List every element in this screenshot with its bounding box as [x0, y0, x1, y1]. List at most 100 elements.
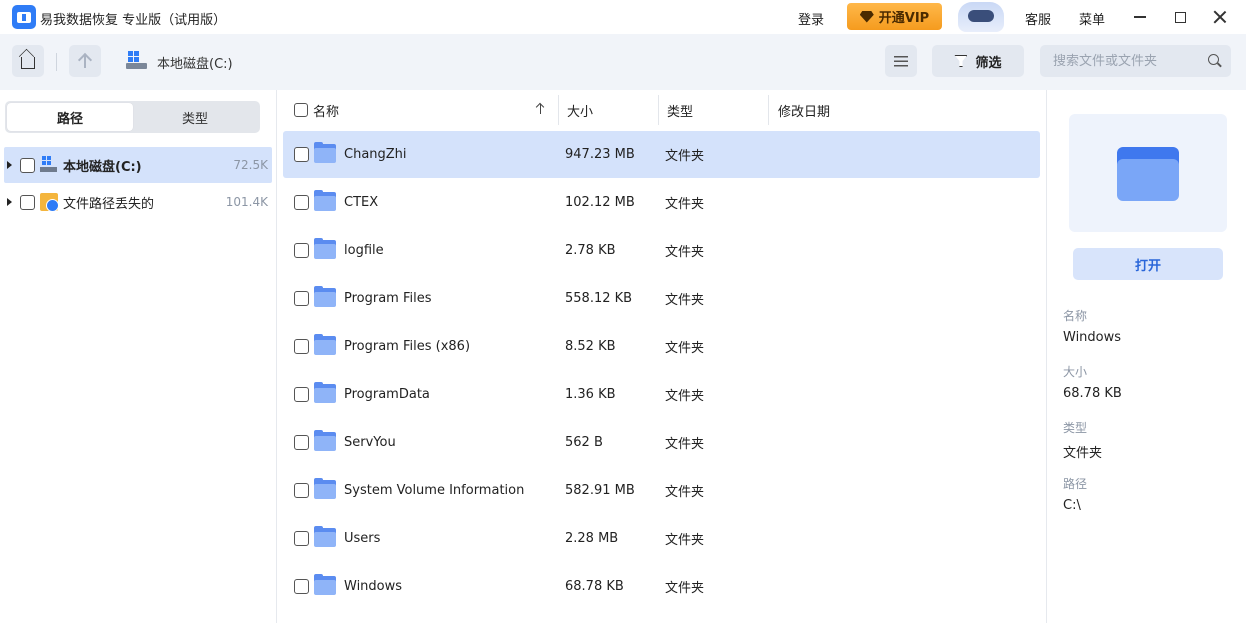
view-mode-segmented: 路径 类型 [5, 101, 260, 133]
maximize-button[interactable] [1169, 6, 1191, 28]
close-icon [1213, 10, 1227, 24]
tree-item-lost-path[interactable]: 文件路径丢失的 101.4K [4, 184, 272, 220]
open-button[interactable]: 打开 [1073, 248, 1223, 280]
arrow-up-icon [84, 54, 86, 68]
maximize-icon [1174, 11, 1186, 23]
funnel-icon [954, 55, 968, 67]
detail-type-value: 文件夹 [1063, 446, 1103, 461]
folder-icon [314, 430, 336, 451]
detail-path-label: 路径 [1063, 477, 1088, 491]
folder-icon [314, 334, 336, 355]
column-header-type[interactable]: 类型 [667, 90, 693, 130]
table-row[interactable]: logfile 2.78 KB 文件夹 [283, 227, 1040, 274]
table-row[interactable]: ProgramData 1.36 KB 文件夹 [283, 371, 1040, 418]
drive-icon [126, 51, 148, 71]
up-button[interactable] [69, 45, 101, 77]
row-name: System Volume Information [344, 483, 525, 498]
row-checkbox[interactable] [294, 435, 309, 450]
toolbar: 本地磁盘(C:) 筛选 [0, 34, 1246, 90]
left-panel: 路径 类型 本地磁盘(C:) 72.5K 文件路径丢失的 101.4K [0, 90, 277, 623]
table-row[interactable]: Program Files (x86) 8.52 KB 文件夹 [283, 323, 1040, 370]
row-checkbox[interactable] [294, 243, 309, 258]
row-name: logfile [344, 243, 384, 258]
row-checkbox[interactable] [294, 147, 309, 162]
home-icon [21, 57, 35, 69]
table-row[interactable]: Windows 68.78 KB 文件夹 [283, 563, 1040, 610]
close-button[interactable] [1209, 6, 1231, 28]
row-name: Windows [344, 579, 403, 594]
detail-type-label: 类型 [1063, 421, 1088, 435]
tree-checkbox[interactable] [20, 157, 35, 173]
detail-size-label: 大小 [1063, 365, 1088, 379]
table-row[interactable]: Program Files 558.12 KB 文件夹 [283, 275, 1040, 322]
column-divider[interactable] [658, 95, 659, 125]
row-name: ChangZhi [344, 147, 407, 162]
tree-item-count: 101.4K [225, 195, 268, 209]
row-size: 947.23 MB [565, 147, 635, 162]
row-name: CTEX [344, 195, 379, 210]
search-icon[interactable] [1208, 54, 1219, 65]
row-checkbox[interactable] [294, 195, 309, 210]
row-name: ProgramData [344, 387, 430, 402]
row-type: 文件夹 [665, 581, 705, 596]
row-name: Program Files [344, 291, 432, 306]
tab-type[interactable]: 类型 [132, 103, 258, 131]
folder-preview-icon [1117, 147, 1179, 201]
row-size: 68.78 KB [565, 579, 624, 594]
column-header-size[interactable]: 大小 [567, 90, 593, 130]
table-row[interactable]: System Volume Information 582.91 MB 文件夹 [283, 467, 1040, 514]
column-divider[interactable] [558, 95, 559, 125]
detail-size-value: 68.78 KB [1063, 386, 1122, 401]
detail-path-value: C:\ [1063, 498, 1081, 513]
drive-icon [40, 156, 58, 174]
row-size: 2.78 KB [565, 243, 616, 258]
minimize-button[interactable] [1129, 6, 1151, 28]
vip-button[interactable]: 开通VIP [847, 3, 942, 30]
customer-service-link[interactable]: 客服 [1025, 9, 1051, 28]
table-row[interactable]: ChangZhi 947.23 MB 文件夹 [283, 131, 1040, 178]
row-checkbox[interactable] [294, 291, 309, 306]
tree-item-local-disk[interactable]: 本地磁盘(C:) 72.5K [4, 147, 272, 183]
select-all-checkbox[interactable] [294, 103, 308, 117]
folder-icon [314, 190, 336, 211]
breadcrumb[interactable]: 本地磁盘(C:) [157, 53, 233, 72]
row-size: 558.12 KB [565, 291, 633, 306]
lost-folder-icon [40, 193, 59, 212]
login-link[interactable]: 登录 [798, 9, 824, 28]
app-logo-icon [12, 5, 36, 29]
row-checkbox[interactable] [294, 579, 309, 594]
table-row[interactable]: CTEX 102.12 MB 文件夹 [283, 179, 1040, 226]
row-checkbox[interactable] [294, 531, 309, 546]
detail-name-label: 名称 [1063, 309, 1088, 323]
folder-icon [314, 526, 336, 547]
row-checkbox[interactable] [294, 483, 309, 498]
column-header-name[interactable]: 名称 [313, 90, 339, 130]
table-row[interactable]: ServYou 562 B 文件夹 [283, 419, 1040, 466]
row-type: 文件夹 [665, 149, 705, 164]
row-size: 2.28 MB [565, 531, 619, 546]
table-row[interactable]: Users 2.28 MB 文件夹 [283, 515, 1040, 562]
row-checkbox[interactable] [294, 339, 309, 354]
expand-caret-icon[interactable] [7, 198, 12, 206]
search-input[interactable] [1040, 45, 1231, 77]
menu-link[interactable]: 菜单 [1079, 9, 1105, 28]
column-header-date[interactable]: 修改日期 [778, 90, 830, 130]
tree-item-label: 本地磁盘(C:) [63, 159, 142, 175]
home-button[interactable] [12, 45, 44, 77]
sort-ascending-icon[interactable] [540, 104, 542, 114]
mascot-avatar-icon[interactable] [958, 2, 1004, 32]
filter-button[interactable]: 筛选 [932, 45, 1024, 77]
tab-path[interactable]: 路径 [7, 103, 133, 131]
row-type: 文件夹 [665, 437, 705, 452]
column-divider[interactable] [768, 95, 769, 125]
folder-icon [314, 286, 336, 307]
tree-checkbox[interactable] [20, 194, 35, 210]
row-size: 8.52 KB [565, 339, 616, 354]
row-size: 1.36 KB [565, 387, 616, 402]
row-type: 文件夹 [665, 485, 705, 500]
row-checkbox[interactable] [294, 387, 309, 402]
diamond-icon [859, 10, 874, 23]
view-list-button[interactable] [885, 45, 917, 77]
expand-caret-icon[interactable] [7, 161, 12, 169]
tree-item-count: 72.5K [233, 158, 268, 172]
